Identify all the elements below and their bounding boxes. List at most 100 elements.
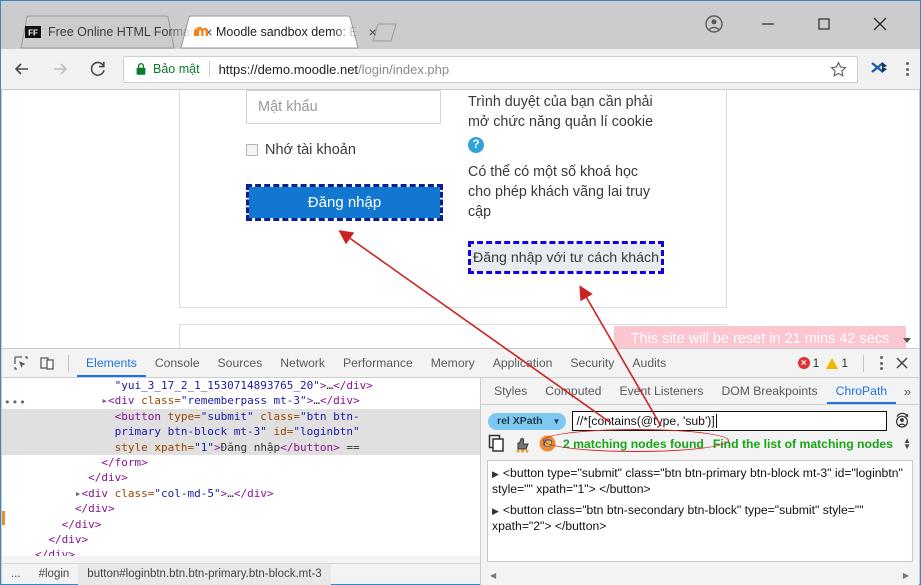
omnibox-divider [208, 61, 210, 77]
dom-tree-pane[interactable]: ••• "yui_3_17_2_1_1530714893765_20">…</d… [2, 378, 480, 556]
dom-tree-line[interactable]: style xpath="1">Đăng nhập</button> == [2, 439, 480, 456]
chropath-extension-icon[interactable] [864, 54, 894, 84]
devtools-tab-elements[interactable]: Elements [77, 349, 146, 377]
warning-icon [826, 357, 839, 369]
reload-button[interactable] [81, 52, 115, 86]
browser-toolbar: Bảo mật https://demo.moodle.net/login/in… [1, 49, 920, 90]
devtools-tab-network[interactable]: Network [271, 349, 334, 377]
devtools-tab-performance[interactable]: Performance [334, 349, 422, 377]
rate-icon[interactable] [513, 434, 532, 453]
firefox-icon[interactable] [538, 434, 557, 453]
login-button[interactable]: Đăng nhập [249, 187, 440, 218]
dom-tree-line[interactable]: </div> [2, 547, 480, 556]
scroll-left-icon[interactable]: ◀ [490, 571, 496, 580]
matching-nodes-count: 2 matching nodes found [563, 436, 704, 451]
dom-change-marker [2, 511, 5, 525]
devtools-tab-bar: Elements Console Sources Network Perform… [2, 349, 919, 378]
chevron-down-icon: ▼ [552, 416, 561, 426]
bookmark-star-icon[interactable] [825, 56, 851, 82]
matching-nodes-list[interactable]: ▶ <button type="submit" class="btn btn-pr… [487, 460, 913, 562]
devtools-tab-security[interactable]: Security [561, 349, 623, 377]
user-rotate-icon[interactable] [893, 412, 911, 430]
login-button-highlight: Đăng nhập [246, 184, 443, 221]
browser-menu-button[interactable] [894, 54, 920, 84]
copy-icon[interactable] [488, 434, 507, 453]
devtools-tab-application[interactable]: Application [484, 349, 562, 377]
maximize-button[interactable] [801, 9, 847, 39]
device-toolbar-icon[interactable] [34, 350, 60, 376]
matching-node-item[interactable]: ▶ <button type="submit" class="btn btn-pr… [492, 465, 907, 497]
warning-count: 1 [841, 356, 848, 370]
dom-tree-line[interactable]: </div> [2, 517, 480, 532]
stepper-icon[interactable]: ▲ ▼ [903, 436, 911, 450]
chropath-query-row: rel XPath ▼ //*[contains(@type, 'sub')] [481, 411, 919, 431]
xpath-input[interactable]: //*[contains(@type, 'sub')] [572, 411, 887, 431]
side-tab-dom-breakpoints[interactable]: DOM Breakpoints [712, 378, 826, 404]
dom-tree-line[interactable]: </div> [2, 532, 480, 547]
tab-moodle-sandbox-demo[interactable]: Moodle sandbox demo: E × [175, 15, 377, 49]
error-count: 1 [812, 356, 820, 370]
forward-button[interactable] [43, 52, 77, 86]
side-panel-tab-bar: Styles Computed Event Listeners DOM Brea… [481, 378, 919, 405]
breadcrumb-login[interactable]: #login [30, 564, 79, 585]
expand-triangle-icon[interactable]: ▶ [492, 506, 499, 516]
devtools-status-area: × 1 1 [797, 352, 919, 374]
remember-checkbox[interactable] [246, 144, 258, 156]
password-input[interactable]: Mật khẩu [246, 90, 441, 124]
text-caret [715, 414, 717, 428]
breadcrumb-ellipsis[interactable]: ... [2, 564, 30, 585]
warning-badge[interactable]: 1 [826, 356, 848, 370]
dom-tree-line[interactable]: primary btn-block mt-3" id="loginbtn" [2, 424, 480, 440]
tab-title: Free Online HTML Format [48, 25, 194, 39]
title-bar: FF Free Online HTML Format × Moodle sand… [1, 1, 920, 49]
dom-tree-line[interactable]: </form> [2, 455, 480, 470]
dom-tree-line[interactable]: ▸<div class="col-md-5">…</div> [2, 486, 480, 501]
devtools-tab-audits[interactable]: Audits [623, 349, 675, 377]
devtools-tab-sources[interactable]: Sources [209, 349, 272, 377]
side-tab-event-listeners[interactable]: Event Listeners [610, 378, 712, 404]
tab-free-online-html-format[interactable]: FF Free Online HTML Format × [11, 15, 213, 49]
remember-username-row[interactable]: Nhớ tài khoản [246, 142, 446, 158]
inspect-element-icon[interactable] [8, 350, 34, 376]
page-viewport: Mật khẩu Nhớ tài khoản Đăng nhập Trình d… [2, 90, 919, 348]
viewport-right-edge [905, 90, 919, 348]
side-tab-chropath[interactable]: ChroPath [826, 378, 897, 404]
devtools-tab-memory[interactable]: Memory [422, 349, 484, 377]
back-button[interactable] [5, 52, 39, 86]
guest-notice-text: Có thể có một số khoá học cho phép khách… [468, 163, 651, 221]
breadcrumb-loginbtn[interactable]: button#loginbtn.btn.btn-primary.btn-bloc… [78, 563, 331, 585]
login-form-column: Mật khẩu Nhớ tài khoản Đăng nhập [246, 90, 446, 221]
devtools-menu-icon[interactable] [880, 356, 883, 370]
profile-avatar[interactable] [691, 9, 737, 39]
matching-node-html: <button class="btn btn-secondary btn-blo… [492, 503, 864, 534]
dom-tree-line[interactable]: </div> [2, 501, 480, 516]
devtools-tab-console[interactable]: Console [146, 349, 209, 377]
help-icon[interactable]: ? [468, 136, 484, 153]
matching-node-item[interactable]: ▶ <button class="btn btn-secondary btn-bl… [492, 502, 907, 534]
dom-tree-line[interactable]: <button type="submit" class="btn btn- [2, 408, 480, 425]
dom-tree-line[interactable]: ▸<div class="rememberpass mt-3">…</div> [2, 393, 480, 408]
error-icon: × [797, 357, 810, 369]
xpath-value: //*[contains(@type, 'sub')] [576, 414, 715, 428]
tab-close-icon[interactable]: × [365, 24, 381, 40]
selector-type-dropdown[interactable]: rel XPath ▼ [488, 412, 567, 430]
side-tab-computed[interactable]: Computed [536, 378, 610, 404]
results-horizontal-scrollbar[interactable]: ◀ ▶ [487, 570, 912, 581]
scroll-right-icon[interactable]: ▶ [903, 571, 909, 580]
minimize-button[interactable] [745, 9, 791, 39]
expand-triangle-icon[interactable]: ▶ [492, 469, 499, 479]
login-card: Mật khẩu Nhớ tài khoản Đăng nhập Trình d… [179, 90, 727, 308]
side-panel-more-icon[interactable]: » [904, 384, 919, 399]
devtools-close-icon[interactable] [891, 352, 913, 374]
reset-banner: This site will be reset in 21 mins 42 se… [614, 326, 906, 348]
address-bar[interactable]: Bảo mật https://demo.moodle.net/login/in… [123, 55, 858, 83]
close-button[interactable] [857, 9, 903, 39]
guest-login-button[interactable]: Đăng nhập với tư cách khách [471, 244, 661, 272]
dom-tree-line[interactable]: </div> [2, 470, 480, 485]
dom-breadcrumb: ... #login button#loginbtn.btn.btn-prima… [2, 563, 480, 585]
matching-nodes-hint: Find the list of matching nodes [712, 436, 893, 451]
dom-tree-line[interactable]: "yui_3_17_2_1_1530714893765_20">…</div> [2, 378, 480, 393]
scroll-down-caret-icon[interactable] [901, 333, 913, 345]
error-badge[interactable]: × 1 [797, 356, 820, 370]
side-tab-styles[interactable]: Styles [485, 378, 536, 404]
